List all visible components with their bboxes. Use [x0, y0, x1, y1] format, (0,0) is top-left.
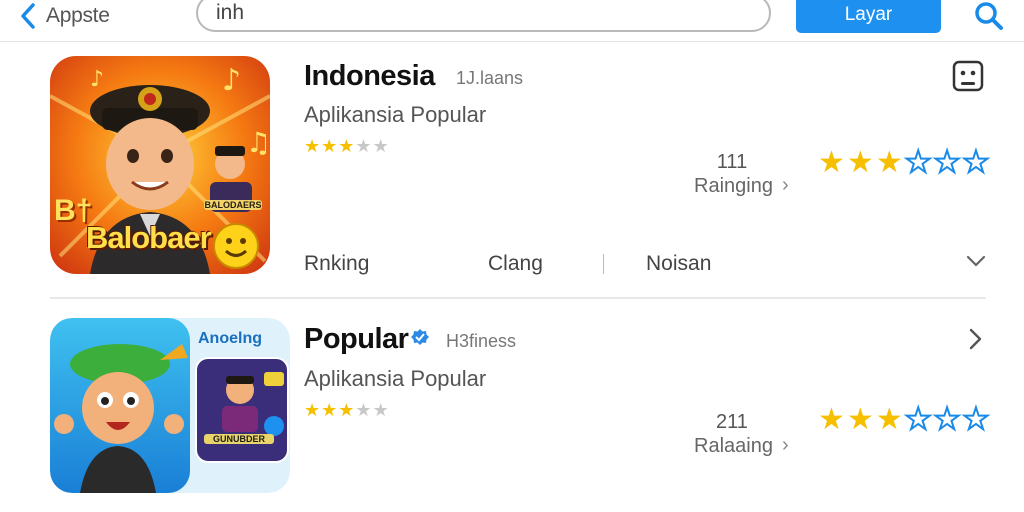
- chevron-right-icon[interactable]: ›: [782, 174, 789, 197]
- app-card[interactable]: ♪ ♫ ♪ B† BALODAERS Balobaer Indonesia 1J…: [0, 43, 1024, 299]
- star-filled-icon: ★: [875, 403, 903, 436]
- app-meta: H3finess: [446, 331, 517, 351]
- widget-face-icon[interactable]: [952, 60, 984, 92]
- small-rating-stars: ★ ★ ★ ★ ★: [304, 137, 389, 155]
- icon-side-text: GUNUBDER: [204, 434, 274, 444]
- star-filled-icon: ★: [875, 146, 903, 179]
- star-empty-icon: ★: [372, 136, 389, 156]
- star-filled-icon: ★: [846, 146, 874, 179]
- star-empty-icon: ★: [933, 403, 962, 436]
- primary-button[interactable]: Layar: [796, 0, 941, 33]
- chevron-down-icon[interactable]: [964, 249, 988, 273]
- star-filled-icon: ★: [338, 136, 355, 156]
- star-empty-icon: ★: [962, 146, 991, 179]
- icon-side-text: BALODAERS: [204, 200, 262, 210]
- star-filled-icon: ★: [846, 403, 874, 436]
- star-empty-icon: ★: [904, 146, 933, 179]
- tab-clang[interactable]: Clang: [488, 252, 543, 276]
- app-name[interactable]: Popular: [304, 323, 409, 356]
- review-count: 111: [716, 151, 748, 173]
- star-empty-icon: ★: [904, 403, 933, 436]
- back-label: Appste: [46, 4, 110, 27]
- star-filled-icon: ★: [818, 403, 845, 436]
- app-subtitle: Aplikansia Popular: [304, 102, 487, 127]
- star-filled-icon: ★: [304, 136, 321, 156]
- small-rating-stars: ★ ★ ★ ★ ★: [304, 401, 389, 419]
- chevron-left-icon: [21, 3, 35, 29]
- star-filled-icon: ★: [304, 400, 321, 420]
- star-filled-icon: ★: [321, 400, 338, 420]
- app-card[interactable]: Anoelng GUNUBDER Popular H3finess Aplika…: [0, 300, 1024, 512]
- star-filled-icon: ★: [321, 136, 338, 156]
- rating-label: Ralaaing: [694, 435, 773, 457]
- chevron-right-icon[interactable]: ›: [782, 434, 789, 457]
- chevron-right-icon[interactable]: [964, 326, 986, 352]
- tab-ranking[interactable]: Rnking: [304, 252, 369, 276]
- big-rating-stars: ★ ★ ★ ★ ★ ★: [818, 403, 991, 436]
- tab-separator: [603, 254, 604, 274]
- icon-title-text: Anoelng: [198, 330, 262, 347]
- star-empty-icon: ★: [355, 136, 372, 156]
- top-bar: Appste Layar: [0, 0, 1024, 42]
- search-input[interactable]: [196, 0, 771, 32]
- tab-noisan[interactable]: Noisan: [646, 252, 711, 276]
- app-name[interactable]: Indonesia: [304, 60, 435, 93]
- svg-text:♪: ♪: [90, 67, 104, 92]
- big-rating-stars: ★ ★ ★ ★ ★ ★: [818, 146, 991, 179]
- star-empty-icon: ★: [355, 400, 372, 420]
- svg-text:♪: ♪: [222, 63, 241, 98]
- search-icon[interactable]: [972, 0, 1006, 33]
- app-icon[interactable]: ♪ ♫ ♪ B† BALODAERS Balobaer: [50, 56, 270, 274]
- star-empty-icon: ★: [372, 400, 389, 420]
- star-empty-icon: ★: [933, 146, 962, 179]
- app-subtitle: Aplikansia Popular: [304, 366, 487, 391]
- review-count: 211: [716, 411, 748, 433]
- rating-label: Rainging: [694, 175, 773, 197]
- svg-text:♫: ♫: [246, 126, 270, 159]
- star-empty-icon: ★: [962, 403, 991, 436]
- app-meta: 1J.laans: [456, 68, 524, 88]
- icon-title-text: Balobaer: [86, 220, 212, 255]
- star-filled-icon: ★: [338, 400, 355, 420]
- divider: [50, 297, 986, 299]
- star-filled-icon: ★: [818, 146, 845, 179]
- verified-badge-icon: [411, 329, 429, 345]
- back-button[interactable]: Appste: [18, 2, 110, 30]
- app-icon[interactable]: Anoelng GUNUBDER: [50, 318, 290, 493]
